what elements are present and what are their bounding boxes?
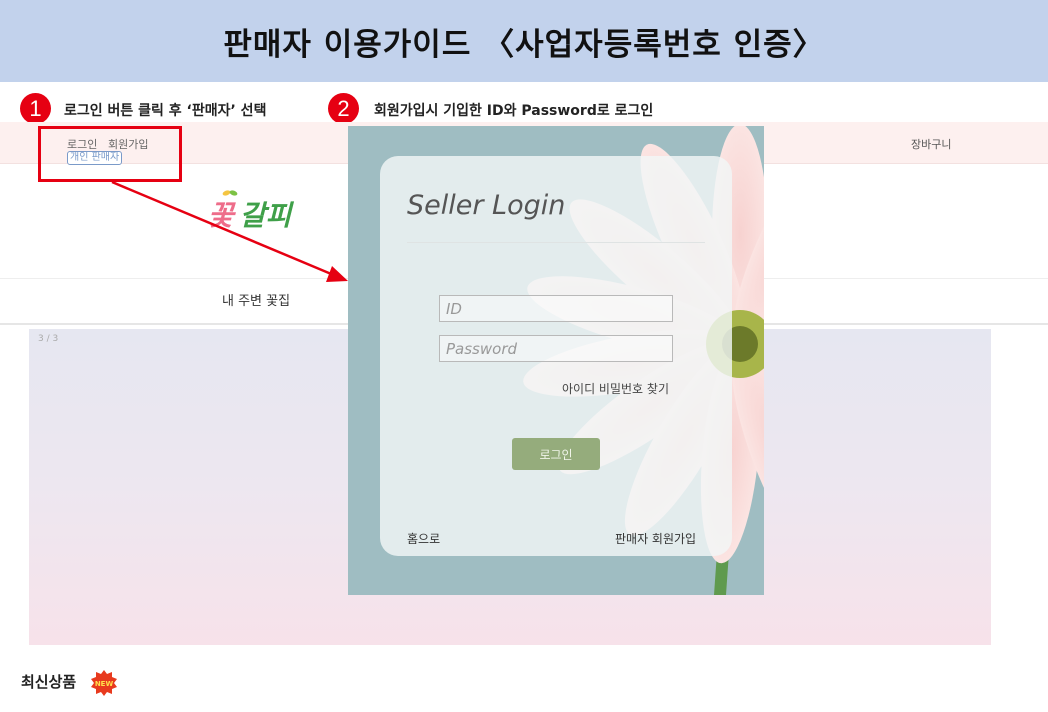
new-products-title: 최신상품 (21, 673, 77, 691)
home-link[interactable]: 홈으로 (407, 530, 440, 547)
login-divider (407, 242, 705, 243)
seller-signup-link[interactable]: 판매자 회원가입 (615, 530, 696, 547)
step-1-highlight-box (38, 126, 182, 182)
sprout-icon (222, 190, 238, 196)
step-1-text: 로그인 버튼 클릭 후 ‘판매자’ 선택 (64, 103, 267, 119)
guide-title: 판매자 이용가이드 〈사업자등록번호 인증〉 (223, 26, 825, 63)
logo-text-galpi: 갈피 (239, 199, 292, 232)
seller-login-panel: Seller Login 아이디 비밀번호 찾기 로그인 홈으로 판매자 회원가… (348, 126, 764, 595)
slide-counter: 3 / 3 (38, 334, 59, 344)
step-2-badge: 2 (328, 93, 359, 124)
new-badge-text: NEW (95, 680, 114, 688)
find-id-password-link[interactable]: 아이디 비밀번호 찾기 (562, 380, 669, 397)
step-2-text: 회원가입시 기입한 ID와 Password로 로그인 (374, 103, 654, 119)
guide-banner: 판매자 이용가이드 〈사업자등록번호 인증〉 (0, 0, 1048, 82)
cart-link[interactable]: 장바구니 (911, 136, 951, 152)
login-card: Seller Login 아이디 비밀번호 찾기 로그인 홈으로 판매자 회원가… (380, 156, 732, 556)
site-logo[interactable]: 꽃 갈피 (208, 190, 292, 234)
login-title: Seller Login (407, 190, 566, 221)
nav-item-nearby-florist[interactable]: 내 주변 꽃집 (222, 290, 290, 309)
step-1-badge: 1 (20, 93, 51, 124)
password-input[interactable] (439, 335, 673, 362)
login-button[interactable]: 로그인 (512, 438, 600, 470)
id-input[interactable] (439, 295, 673, 322)
logo-text-flower: 꽃 (208, 199, 234, 232)
new-badge-icon: NEW (91, 670, 117, 696)
